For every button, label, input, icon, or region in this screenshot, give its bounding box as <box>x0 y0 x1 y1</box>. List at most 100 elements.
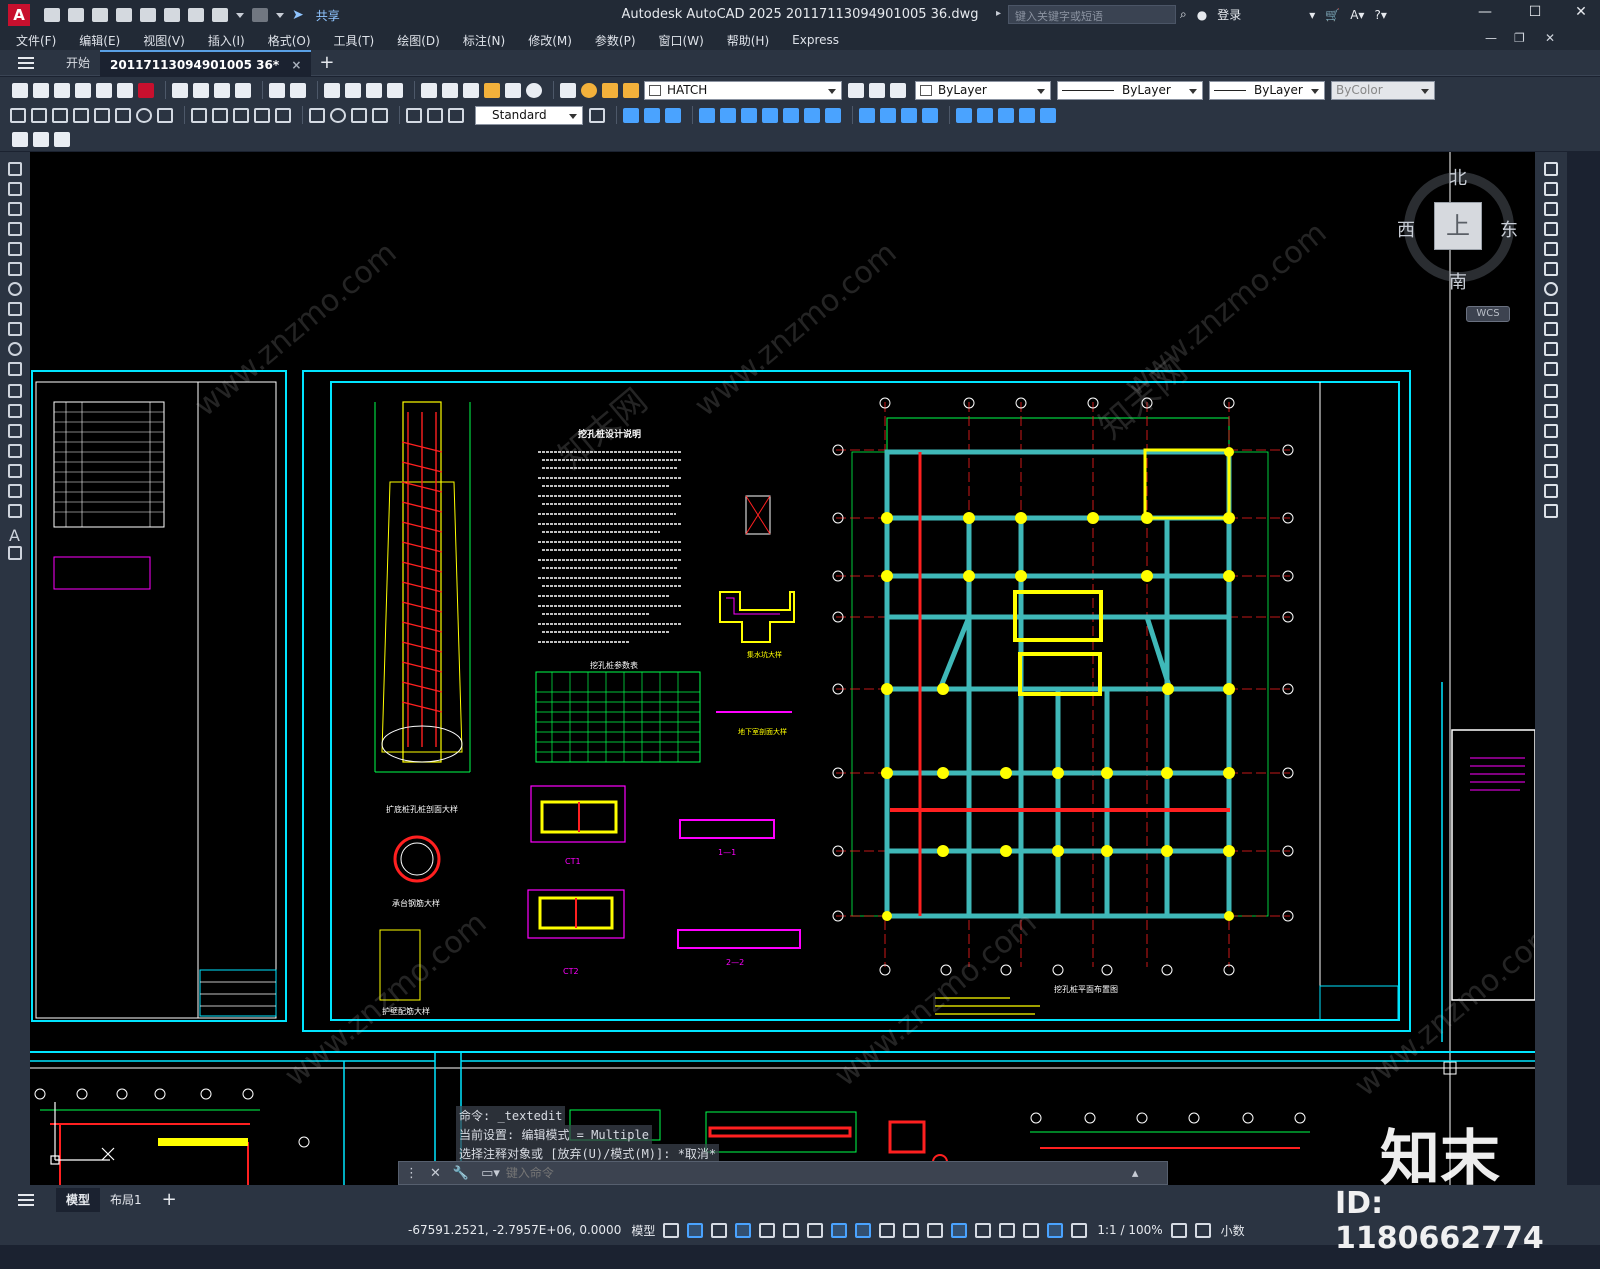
explode-icon[interactable] <box>998 107 1014 123</box>
undo-icon[interactable] <box>269 82 285 98</box>
ellipse-arc-tool-icon[interactable] <box>8 362 22 376</box>
save-icon[interactable] <box>92 8 108 22</box>
add-layout-button[interactable]: + <box>152 1188 187 1212</box>
menu-format[interactable]: 格式(O) <box>268 32 311 49</box>
selection-cycling-icon[interactable] <box>927 1222 944 1238</box>
match-properties-icon[interactable] <box>235 82 251 98</box>
scale-tool-icon[interactable] <box>1544 302 1558 316</box>
close-window-button[interactable]: ✕ <box>1566 4 1596 20</box>
3d-osnap-icon[interactable] <box>951 1222 968 1238</box>
move-icon[interactable] <box>741 107 757 123</box>
erase-tool-icon[interactable] <box>1544 162 1558 176</box>
hatch-tool-icon[interactable] <box>8 444 22 458</box>
calculator-icon[interactable] <box>505 82 521 98</box>
construction-line-icon[interactable] <box>8 182 22 196</box>
auto-scale-icon[interactable] <box>1071 1222 1088 1238</box>
make-block-tool-icon[interactable] <box>8 404 22 418</box>
open-icon[interactable] <box>33 82 49 98</box>
undo-dropdown-icon[interactable] <box>236 12 244 18</box>
ortho-icon[interactable] <box>759 1222 776 1238</box>
maximize-button[interactable]: ☐ <box>1520 4 1550 20</box>
mirror-tool-icon[interactable] <box>1544 202 1558 216</box>
tab-active-drawing[interactable]: 20117113094901005 36* × <box>100 49 312 76</box>
break-tool-icon[interactable] <box>1544 404 1558 418</box>
autodesk-account-icon[interactable]: A▾ <box>1350 8 1364 22</box>
array-icon[interactable] <box>720 107 736 123</box>
tab-start[interactable]: 开始 <box>56 50 100 76</box>
diameter-dim-icon[interactable] <box>136 107 152 123</box>
infer-constraints-icon[interactable] <box>711 1222 728 1238</box>
viewcube-east[interactable]: 东 <box>1500 216 1518 242</box>
menu-file[interactable]: 文件(F) <box>16 32 56 49</box>
copy-tool-icon[interactable] <box>1544 182 1558 196</box>
zoom-realtime-icon[interactable] <box>345 82 361 98</box>
blend-tool-icon[interactable] <box>1544 484 1558 498</box>
trim-tool-icon[interactable] <box>1544 342 1558 356</box>
ordinate-dim-icon[interactable] <box>73 107 89 123</box>
design-center-icon[interactable] <box>442 82 458 98</box>
dim-text-edit-icon[interactable] <box>427 107 443 123</box>
join-tool-icon[interactable] <box>1544 424 1558 438</box>
preview-icon[interactable] <box>96 82 112 98</box>
grid-icon[interactable] <box>663 1222 680 1238</box>
coordinates-readout[interactable]: -67591.2521, -2.7957E+06, 0.0000 <box>408 1223 621 1237</box>
insert-block-tool-icon[interactable] <box>8 384 22 398</box>
insert-block-icon[interactable] <box>33 131 49 147</box>
sheet-set-icon[interactable] <box>484 82 500 98</box>
spline-tool-icon[interactable] <box>8 322 22 336</box>
share-icon[interactable]: ➤ <box>292 7 304 23</box>
save-icon[interactable] <box>54 82 70 98</box>
minimize-button[interactable]: — <box>1470 4 1500 20</box>
doc-close-button[interactable]: ✕ <box>1545 31 1555 45</box>
viewcube-north[interactable]: 北 <box>1449 164 1467 190</box>
wcs-menu-button[interactable]: WCS <box>1466 306 1510 322</box>
annotation-monitor-icon[interactable] <box>1194 1222 1211 1238</box>
object-snap-icon[interactable] <box>855 1222 872 1238</box>
menu-modify[interactable]: 修改(M) <box>528 32 572 49</box>
pdf-icon[interactable] <box>138 82 154 98</box>
polygon-tool-icon[interactable] <box>8 222 22 236</box>
dim-edit-icon[interactable] <box>406 107 422 123</box>
fillet-icon[interactable] <box>956 107 972 123</box>
viewcube-west[interactable]: 西 <box>1397 216 1415 242</box>
dynamic-input-icon[interactable] <box>735 1222 752 1238</box>
redo-icon[interactable] <box>252 8 268 22</box>
center-mark-icon[interactable] <box>330 107 346 123</box>
tab-layout1[interactable]: 布局1 <box>100 1188 152 1212</box>
mirror-icon[interactable] <box>665 107 681 123</box>
help-icon[interactable]: ?▾ <box>1374 8 1386 22</box>
join-icon[interactable] <box>901 107 917 123</box>
new-icon[interactable] <box>12 82 28 98</box>
extend-tool-icon[interactable] <box>1544 362 1558 376</box>
layer-freeze-icon[interactable] <box>602 82 618 98</box>
layer-dropdown[interactable]: HATCH <box>644 80 842 100</box>
plot-icon[interactable] <box>188 8 204 22</box>
linear-dim-icon[interactable] <box>10 107 26 123</box>
command-scroll-icon[interactable]: ▴ <box>1132 1166 1139 1181</box>
gradient-tool-icon[interactable] <box>8 464 22 478</box>
menu-parametric[interactable]: 参数(P) <box>595 32 636 49</box>
menu-edit[interactable]: 编辑(E) <box>79 32 120 49</box>
jogged-linear-icon[interactable] <box>372 107 388 123</box>
layout-menu-icon[interactable] <box>18 1194 34 1206</box>
polyline-tool-icon[interactable] <box>8 202 22 216</box>
revcloud-tool-icon[interactable] <box>8 302 22 316</box>
publish-icon[interactable] <box>117 82 133 98</box>
search-expand-icon[interactable]: ▸ <box>996 8 1001 19</box>
stretch-tool-icon[interactable] <box>1544 322 1558 336</box>
pan-icon[interactable] <box>324 82 340 98</box>
baseline-dim-icon[interactable] <box>212 107 228 123</box>
new-file-icon[interactable] <box>44 8 60 22</box>
array-tool-icon[interactable] <box>1544 242 1558 256</box>
command-grip-icon[interactable]: ⋮ <box>405 1166 418 1181</box>
paste-icon[interactable] <box>214 82 230 98</box>
polar-tracking-icon[interactable] <box>783 1222 800 1238</box>
rotate-icon[interactable] <box>762 107 778 123</box>
edit-polyline-icon[interactable] <box>1019 107 1035 123</box>
break-point-tool-icon[interactable] <box>1544 384 1558 398</box>
arc-tool-icon[interactable] <box>8 262 22 276</box>
copy-object-icon[interactable] <box>644 107 660 123</box>
scale-icon[interactable] <box>783 107 799 123</box>
radius-dim-icon[interactable] <box>94 107 110 123</box>
ellipse-tool-icon[interactable] <box>8 342 22 356</box>
